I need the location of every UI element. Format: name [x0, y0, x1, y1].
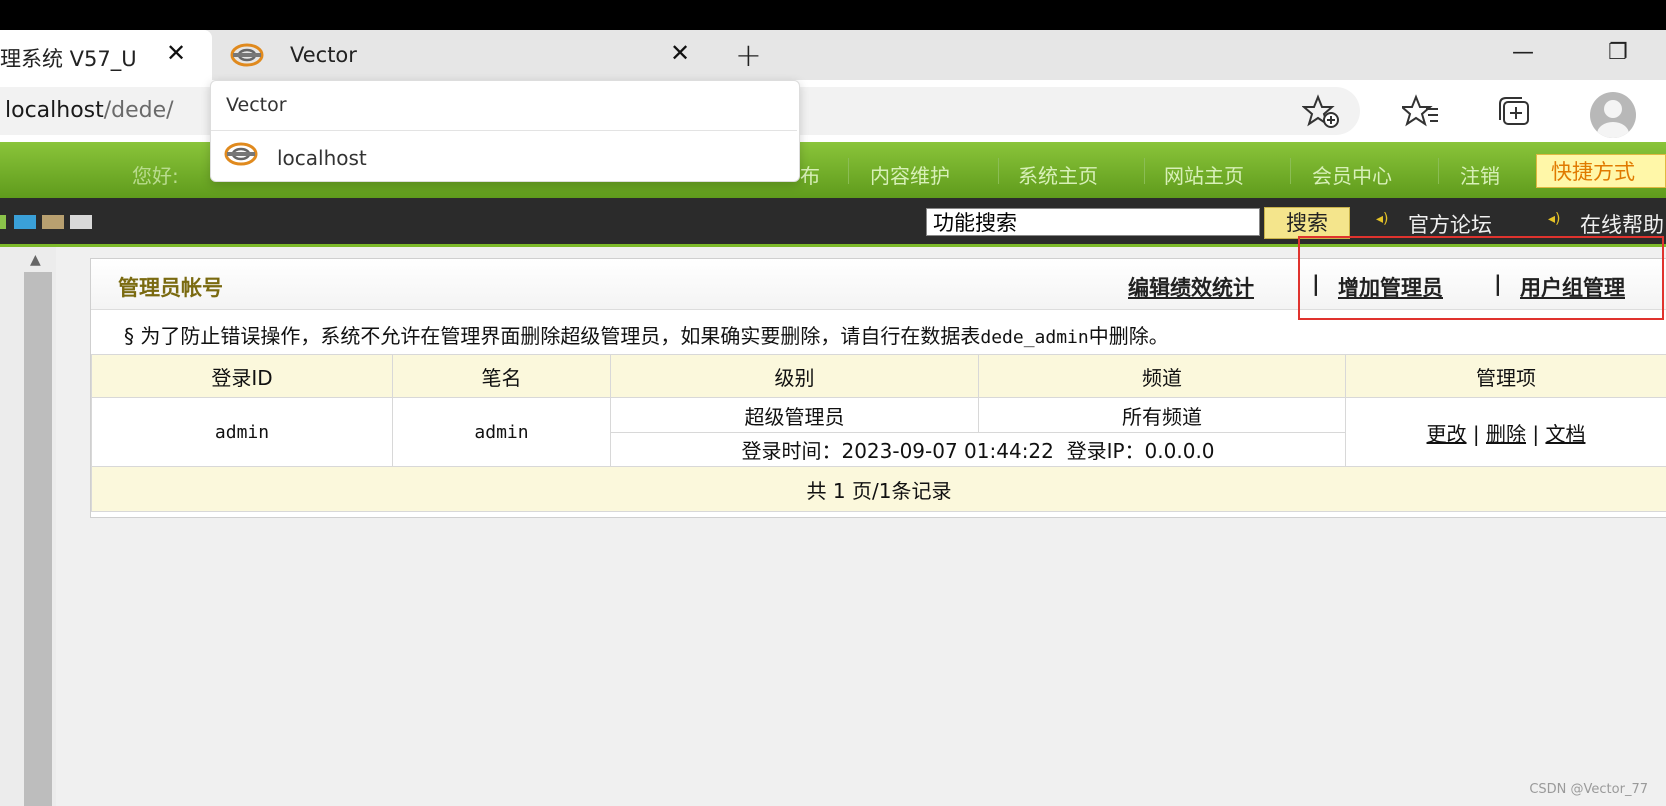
documents-link[interactable]: 文档	[1545, 422, 1585, 446]
tab-dedecms[interactable]: 理系统 V57_U ✕	[0, 30, 212, 80]
url-path: /dede/	[103, 98, 174, 123]
panel-title: 管理员帐号	[118, 276, 223, 300]
nav-item-system-home[interactable]: 系统主页	[1018, 160, 1098, 189]
skin-swatch-blue[interactable]	[14, 215, 36, 229]
profile-icon[interactable]	[1590, 92, 1636, 138]
url-text[interactable]: localhost/dede/	[5, 98, 174, 123]
nav-item-site-home[interactable]: 网站主页	[1164, 160, 1244, 189]
column-header: 管理项	[1345, 354, 1666, 398]
level-cell: 超级管理员	[610, 397, 979, 433]
search-button[interactable]: 搜索	[1264, 207, 1350, 239]
skin-swatch-green[interactable]	[0, 215, 6, 229]
table-row: admin admin 超级管理员 所有频道 更改 | 删除 | 文档	[91, 397, 1666, 467]
action-separator: |	[1472, 421, 1480, 446]
url-host: localhost	[5, 98, 104, 123]
scroll-up-arrow[interactable]: ▲	[30, 252, 41, 268]
table-header-row: 登录ID 笔名 级别 频道 管理项	[91, 354, 1666, 398]
delete-link[interactable]: 删除	[1486, 422, 1526, 446]
column-header: 级别	[610, 354, 979, 398]
speaker-icon: ◂)	[1548, 211, 1561, 227]
action-separator: |	[1532, 421, 1540, 446]
function-search-input[interactable]	[926, 208, 1260, 236]
hover-card-title: Vector	[226, 94, 287, 116]
add-favorite-icon[interactable]	[1301, 94, 1339, 130]
login-id-cell: admin	[91, 397, 393, 467]
nav-item-content[interactable]: 内容维护	[870, 160, 950, 189]
dedecms-logo-icon	[224, 140, 258, 172]
login-info-cell: 登录时间：2023-09-07 01:44:22 登录IP：0.0.0.0	[610, 432, 1346, 467]
pen-name-cell: admin	[392, 397, 611, 467]
close-icon[interactable]: ✕	[670, 39, 690, 67]
online-help-link[interactable]: 在线帮助	[1580, 209, 1664, 239]
notice-suffix: 中删除。	[1088, 324, 1169, 348]
notice-text: § 为了防止错误操作，系统不允许在管理界面删除超级管理员，如果确实要删除，请自行…	[124, 320, 1169, 349]
column-header: 频道	[978, 354, 1346, 398]
collections-icon[interactable]	[1496, 94, 1532, 130]
screen-top-bar	[0, 0, 1666, 30]
official-forum-link[interactable]: 官方论坛	[1408, 209, 1492, 239]
nav-separator	[848, 158, 849, 184]
tab-strip: 理系统 V57_U ✕ Vector ✕	[0, 30, 1666, 80]
scrollbar[interactable]	[24, 272, 52, 806]
dedecms-logo-icon	[230, 41, 264, 73]
hover-card-host: localhost	[277, 146, 367, 170]
plus-icon[interactable]: +	[735, 36, 762, 74]
hover-card-divider	[211, 130, 797, 131]
nav-separator	[1438, 158, 1439, 184]
skin-swatch-gray[interactable]	[70, 215, 92, 229]
tab-vector[interactable]: Vector ✕	[212, 30, 718, 80]
edit-performance-link[interactable]: 编辑绩效统计	[1128, 272, 1254, 302]
nav-separator	[1290, 158, 1291, 184]
actions-cell: 更改 | 删除 | 文档	[1345, 397, 1666, 467]
column-header: 笔名	[392, 354, 611, 398]
nav-separator	[998, 158, 999, 184]
quick-menu-button[interactable]: 快捷方式	[1536, 154, 1666, 188]
speaker-icon: ◂)	[1376, 211, 1389, 227]
nav-separator	[1144, 158, 1145, 184]
column-header: 登录ID	[91, 354, 393, 398]
greeting-text: 您好:	[132, 164, 179, 188]
highlight-box	[1298, 236, 1664, 320]
watermark: CSDN @Vector_77	[1529, 782, 1648, 797]
edit-link[interactable]: 更改	[1427, 422, 1467, 446]
pager-row: 共 1 页/1条记录	[91, 466, 1666, 512]
notice-table-name: dede_admin	[980, 327, 1089, 348]
admin-table: 登录ID 笔名 级别 频道 管理项 admin admin 超级管理员 所有频道…	[91, 354, 1666, 512]
skin-swatch-tan[interactable]	[42, 215, 64, 229]
nav-item-member-center[interactable]: 会员中心	[1312, 160, 1392, 189]
pager-text: 共 1 页/1条记录	[91, 466, 1666, 512]
favorites-icon[interactable]	[1399, 94, 1438, 130]
notice-prefix: § 为了防止错误操作，系统不允许在管理界面删除超级管理员，如果确实要删除，请自行…	[124, 324, 981, 348]
tab-title: Vector	[290, 43, 357, 67]
channel-cell: 所有频道	[978, 397, 1346, 433]
tab-title: 理系统 V57_U	[0, 47, 137, 71]
minimize-icon[interactable]: —	[1512, 40, 1534, 65]
close-icon[interactable]: ✕	[166, 39, 186, 67]
nav-item-logout[interactable]: 注销	[1460, 160, 1500, 189]
nav-item-partial[interactable]: 布	[800, 160, 820, 189]
restore-icon[interactable]: ❐	[1608, 40, 1628, 65]
